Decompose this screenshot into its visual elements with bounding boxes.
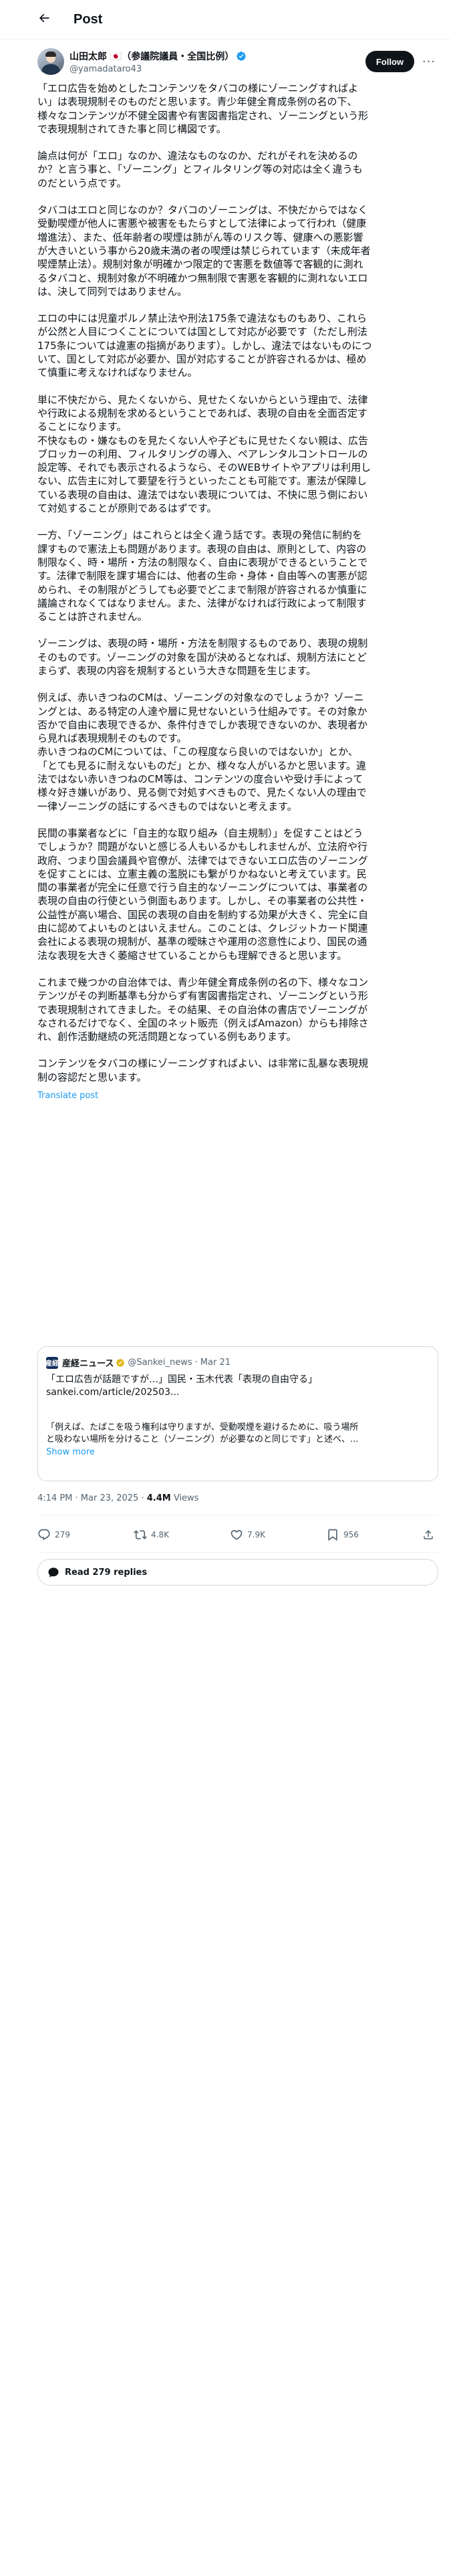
quoted-post-header: 産経 産経ニュース @Sankei_news · Mar 21 xyxy=(45,1356,231,1369)
read-replies-label: Read 279 replies xyxy=(65,1567,148,1578)
read-replies-button[interactable]: Read 279 replies xyxy=(37,1559,438,1586)
reply-count: 279 xyxy=(55,1530,70,1539)
verified-badge-icon xyxy=(236,51,247,62)
repost-count: 4.8K xyxy=(151,1530,169,1539)
top-bar: Post xyxy=(0,0,451,39)
post-paragraph: 一方、「ゾーニング」はこれらとは全く違う話です。表現の発信に制約を 課すもので憲… xyxy=(37,529,368,623)
share-icon xyxy=(424,1529,433,1539)
back-button[interactable] xyxy=(32,7,56,31)
action-bar: 279 4.8K 7.9K 956 xyxy=(37,1523,438,1547)
author-name-line: 山田太郎 🇯🇵（参議院議員・全国比例） xyxy=(69,49,365,63)
post-paragraph: 例えば、赤いきつねのCMは、ゾーニングの対象なのでしょうか？ゾーニ ングとは、あ… xyxy=(37,691,368,813)
post-page: Post 山田太郎 🇯🇵（参議院議員・全国比例） @yamadataro43 F… xyxy=(0,0,451,2576)
post-timestamp[interactable]: 4:14 PM · Mar 23, 2025 · xyxy=(37,1493,147,1503)
author-display-name[interactable]: 山田太郎 🇯🇵（参議院議員・全国比例） xyxy=(69,49,234,63)
post-paragraph: 「エロ広告を始めとしたコンテンツをタバコの様にゾーニングすればよ い」は表現規制… xyxy=(37,82,369,135)
bookmark-button[interactable]: 956 xyxy=(326,1528,386,1541)
quoted-text-line: 「エロ広告が話題ですが…」国民・玉木代表「表現の自由守る」 xyxy=(46,1374,317,1385)
author-row: 山田太郎 🇯🇵（参議院議員・全国比例） @yamadataro43 Follow… xyxy=(37,45,438,78)
post-paragraph: 論点は何が「エロ」なのか、違法なものなのか、だれがそれを決めるの か？と言う事と… xyxy=(37,150,363,189)
post-paragraph: 民間の事業者などに「自主的な取り組み（自主規制）」を促すことはどう でしょうか？… xyxy=(37,827,369,962)
post-paragraph: エロの中には児童ポルノ禁止法や刑法175条で違法なものもあり、これら が公然と人… xyxy=(37,312,372,379)
like-count: 7.9K xyxy=(247,1530,265,1539)
views-count: 4.4M xyxy=(146,1493,171,1503)
back-arrow-icon xyxy=(37,11,51,27)
post-text: 「エロ広告を始めとしたコンテンツをタバコの様にゾーニングすればよ い」は表現規制… xyxy=(37,82,438,1103)
reply-button[interactable]: 279 xyxy=(37,1528,98,1541)
bookmark-count: 956 xyxy=(343,1530,359,1539)
page-title: Post xyxy=(73,11,103,27)
like-button[interactable]: 7.9K xyxy=(230,1528,290,1541)
post-meta: 4:14 PM · Mar 23, 2025 · 4.4M Views xyxy=(37,1493,198,1503)
quoted-excerpt: 「例えば、たばこを吸う権利は守りますが、受動喫煙を避けるために、吸う場所 と吸わ… xyxy=(46,1422,428,1446)
avatar[interactable] xyxy=(37,48,64,75)
translate-post-link[interactable]: Translate post xyxy=(37,1089,438,1103)
verified-org-badge-icon xyxy=(116,1358,125,1368)
divider xyxy=(37,1552,438,1553)
post-paragraph: 単に不快だから、見たくないから、見せたくないからという理由で、法律 や行政による… xyxy=(37,393,371,515)
author-info: 山田太郎 🇯🇵（参議院議員・全国比例） @yamadataro43 xyxy=(69,49,365,74)
bookmark-icon xyxy=(328,1529,337,1541)
show-more-link[interactable]: Show more xyxy=(46,1447,95,1457)
quoted-excerpt-line: 「例えば、たばこを吸う権利は守りますが、受動喫煙を避けるために、吸う場所 xyxy=(46,1422,359,1432)
quoted-post-card[interactable]: 産経 産経ニュース @Sankei_news · Mar 21 「エロ広告が話題… xyxy=(37,1346,438,1481)
post-paragraph: タバコはエロと同じなのか？タバコのゾーニングは、不快だからではなく 受動喫煙が他… xyxy=(37,204,371,298)
quoted-date: Mar 21 xyxy=(200,1358,231,1368)
repost-button[interactable]: 4.8K xyxy=(134,1528,194,1541)
quoted-post-text: 「エロ広告が話題ですが…」国民・玉木代表「表現の自由守る」 sankei.com… xyxy=(46,1374,428,1399)
follow-button[interactable]: Follow xyxy=(365,51,414,72)
quoted-source-avatar: 産経 xyxy=(45,1356,59,1369)
repost-icon xyxy=(134,1530,147,1539)
quoted-source-handle: @Sankei_news xyxy=(128,1358,192,1368)
quoted-excerpt-line: と吸わない場所を分けること（ゾーニング）が必要なのと同じです」と述べ、... xyxy=(46,1434,359,1444)
share-button[interactable] xyxy=(422,1528,438,1541)
reply-icon xyxy=(38,1529,50,1541)
post-paragraph: これまで幾つかの自治体では、青少年健全育成条例の名の下、様々なコン テンツがその… xyxy=(37,976,369,1043)
post-paragraph: ゾーニングは、表現の時・場所・方法を制限するものであり、表現の規制 そのものです… xyxy=(37,637,368,677)
views-label: Views xyxy=(170,1493,199,1503)
quoted-separator: · xyxy=(194,1358,198,1368)
quoted-link[interactable]: sankei.com/article/202503... xyxy=(46,1386,428,1399)
chat-bubble-icon xyxy=(48,1568,59,1578)
more-options-icon[interactable]: ··· xyxy=(420,52,438,71)
quoted-source-name: 産経ニュース xyxy=(62,1359,114,1369)
post-paragraph: コンテンツをタバコの様にゾーニングすればよい、は非常に乱暴な表現規 制の容認だと… xyxy=(37,1057,369,1083)
heart-icon xyxy=(231,1529,243,1540)
author-handle[interactable]: @yamadataro43 xyxy=(69,64,365,74)
